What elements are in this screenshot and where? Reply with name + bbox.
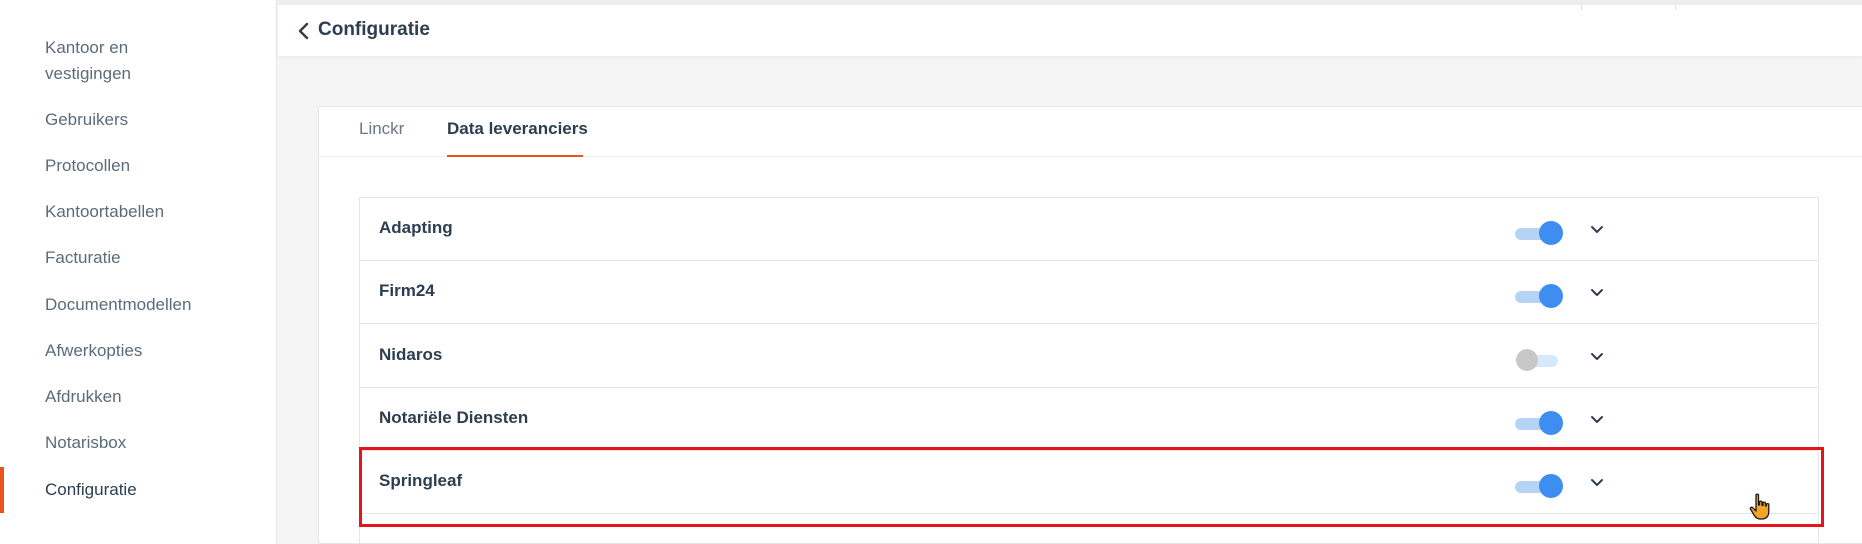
sidebar-item-afdrukken[interactable]: Afdrukken [45,384,122,410]
chevron-down-icon[interactable] [1589,351,1605,363]
supplier-list: Adapting Firm24 Nidaros Notariële Dienst… [359,197,1819,544]
sidebar: Kantoor en vestigingen Gebruikers Protoc… [0,0,277,544]
header-divider [1675,5,1676,10]
configuration-card: Linckr Data leveranciers Adapting Firm24… [318,106,1862,544]
chevron-down-icon[interactable] [1589,414,1605,426]
page-header: Configuratie [278,0,1862,56]
supplier-toggle[interactable] [1515,221,1565,245]
supplier-toggle[interactable] [1515,411,1565,435]
supplier-name: Adapting [379,218,453,237]
supplier-name: Springleaf [379,471,463,490]
supplier-name: Nidaros [379,345,443,364]
sidebar-item-kantoortabellen[interactable]: Kantoortabellen [45,199,164,225]
sidebar-item-notarisbox[interactable]: Notarisbox [45,430,126,456]
supplier-name: Firm24 [379,281,435,300]
tab-bar: Linckr Data leveranciers [319,107,1862,157]
sidebar-item-protocollen[interactable]: Protocollen [45,153,130,179]
supplier-toggle[interactable] [1515,284,1565,308]
chevron-down-icon[interactable] [1589,477,1605,489]
chevron-down-icon[interactable] [1589,224,1605,236]
page-title: Configuratie [318,19,430,40]
sidebar-item-afwerkopties[interactable]: Afwerkopties [45,338,142,364]
sidebar-item-documentmodellen[interactable]: Documentmodellen [45,292,191,318]
sidebar-active-indicator [0,467,4,513]
supplier-name: Notariële Diensten [379,408,529,427]
list-item: Firm24 [360,261,1818,324]
list-item: Nidaros [360,325,1818,388]
sidebar-item-facturatie[interactable]: Facturatie [45,245,121,271]
tab-linckr[interactable]: Linckr [359,119,404,151]
header-divider [1581,5,1582,10]
list-item: Adapting [360,198,1818,261]
sidebar-item-gebruikers[interactable]: Gebruikers [45,107,128,133]
tab-data-leveranciers[interactable]: Data leveranciers [447,119,588,151]
supplier-toggle[interactable] [1516,348,1572,372]
sidebar-item-configuratie[interactable]: Configuratie [45,477,137,503]
chevron-down-icon[interactable] [1589,287,1605,299]
chevron-left-icon [298,22,309,40]
supplier-toggle[interactable] [1515,474,1565,498]
list-item: Notariële Diensten [360,388,1818,451]
active-tab-indicator [447,155,583,157]
back-button[interactable] [294,19,314,43]
list-item: Springleaf [360,451,1818,514]
sidebar-item-kantoor-en-vestigingen[interactable]: Kantoor en vestigingen [45,35,185,87]
